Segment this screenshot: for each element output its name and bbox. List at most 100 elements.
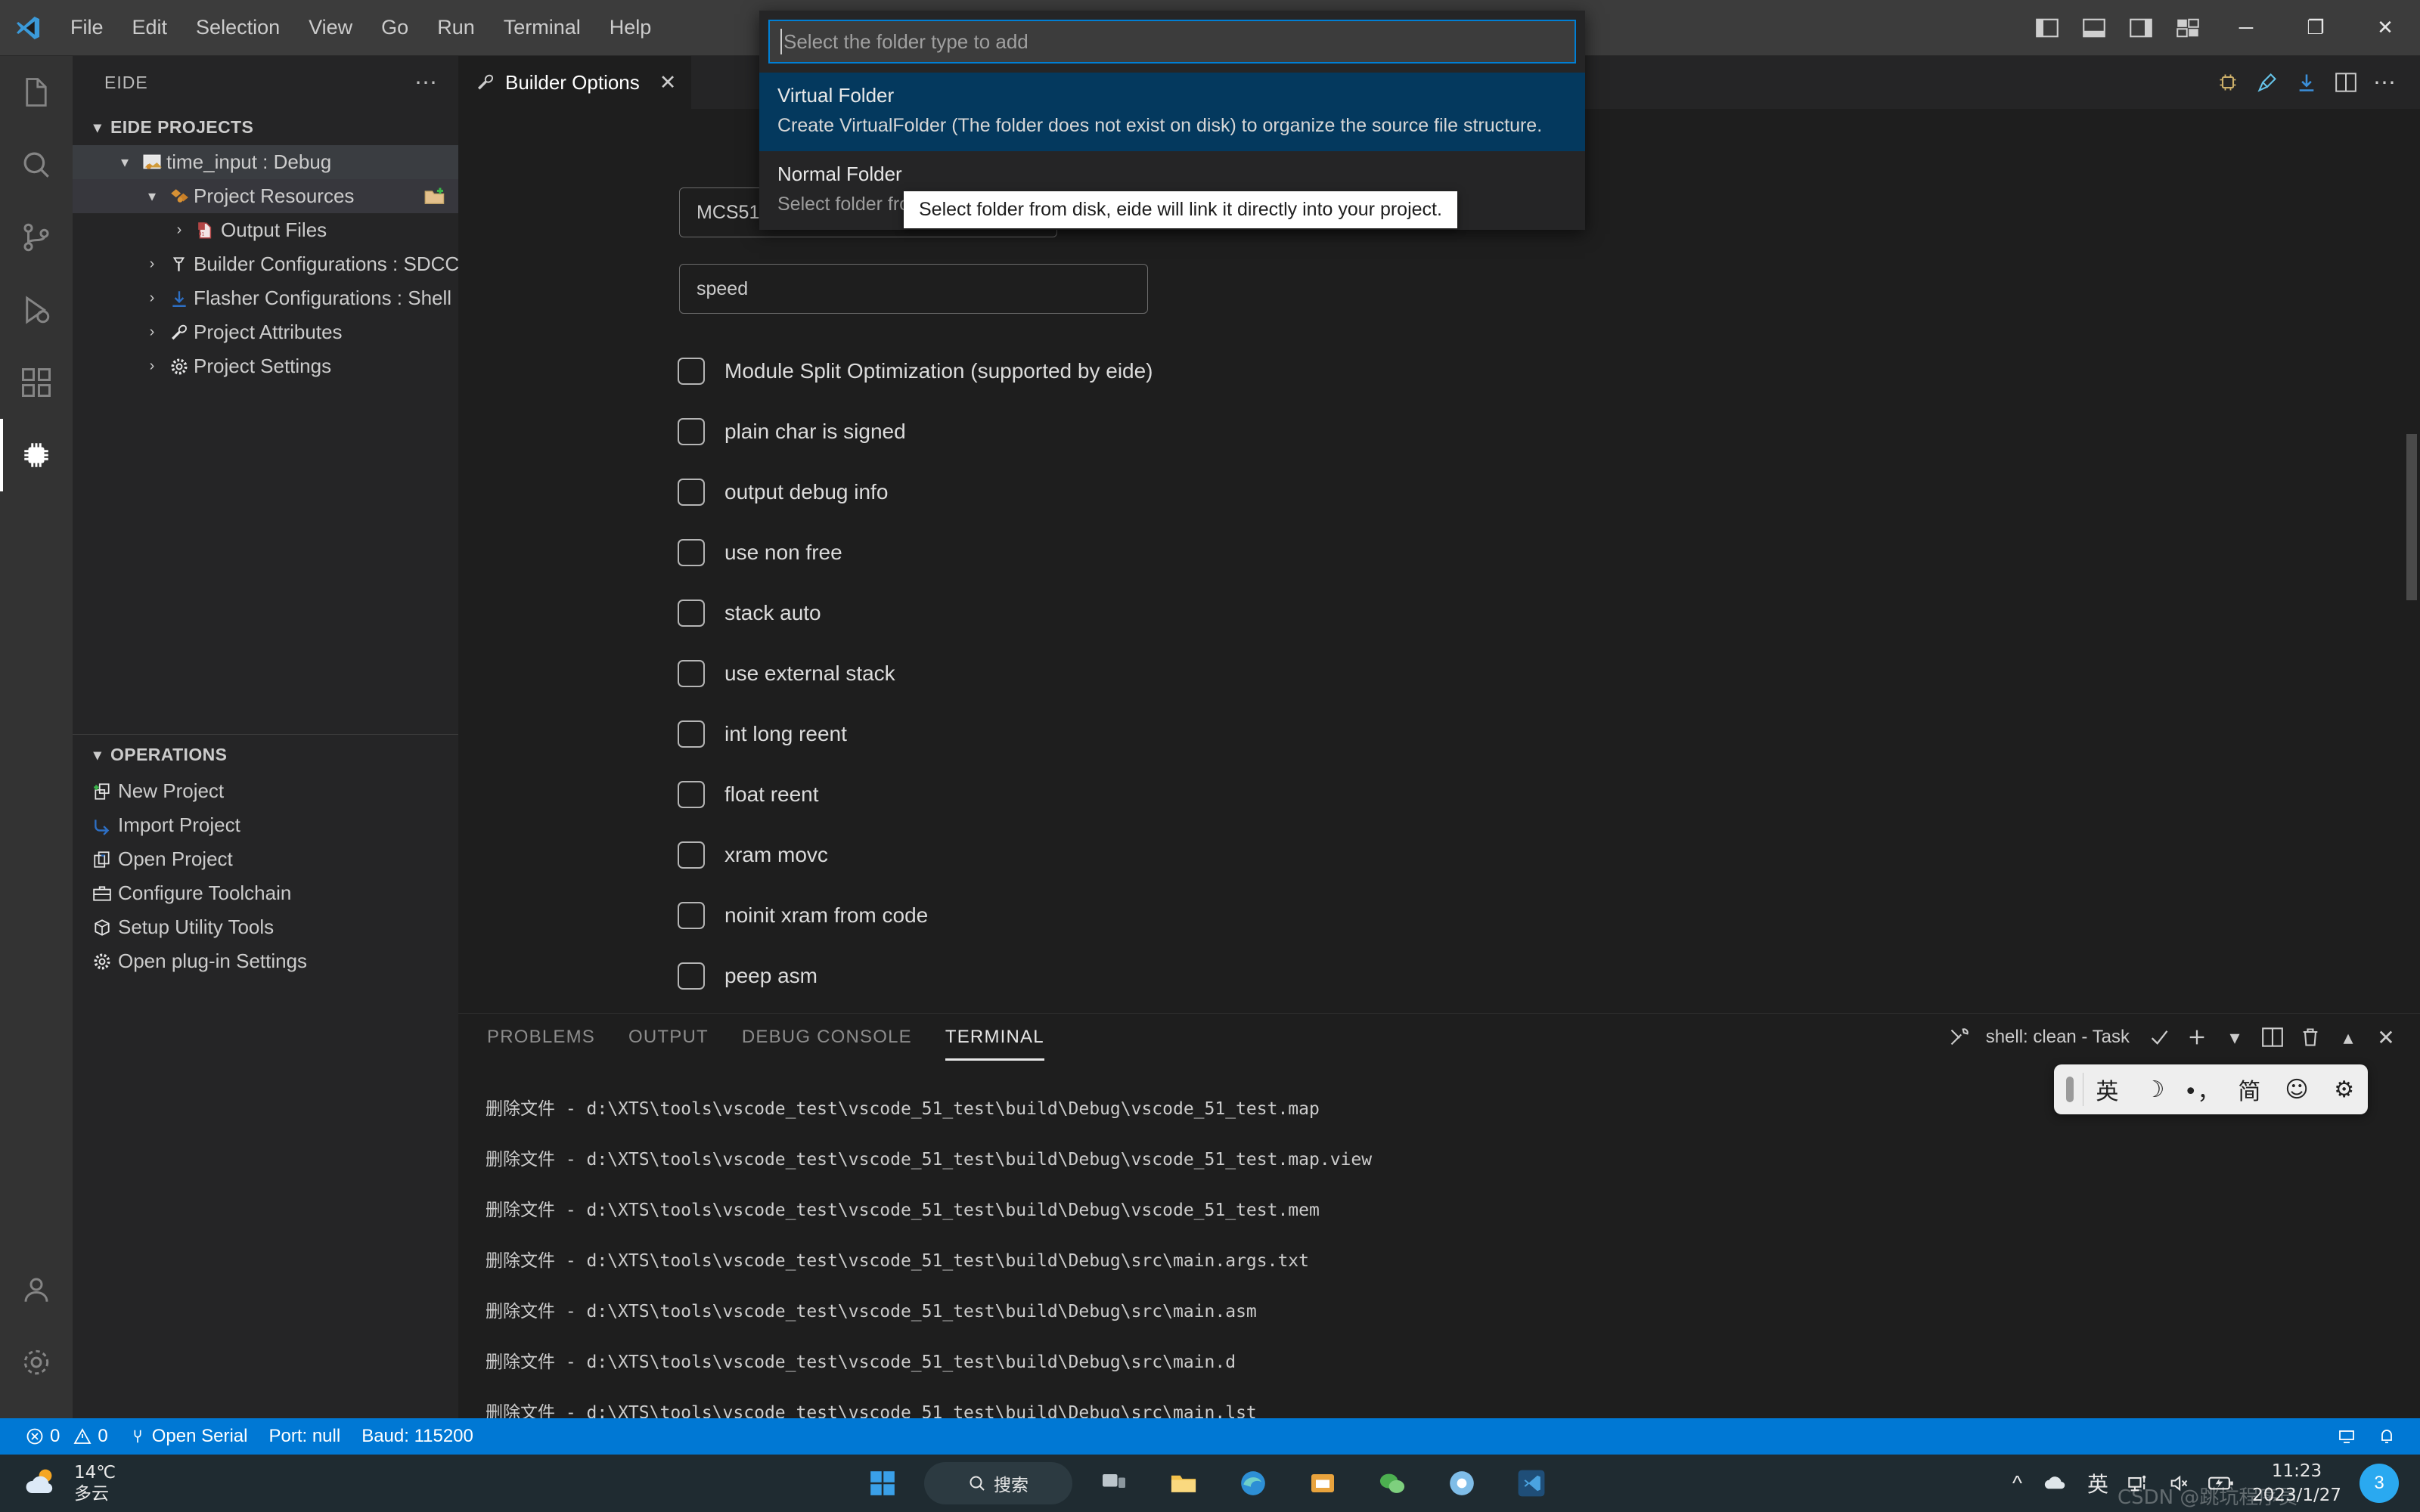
- checkbox-row[interactable]: use external stack: [678, 655, 1153, 692]
- ime-drag-handle[interactable]: [2066, 1077, 2074, 1102]
- sidebar-more-actions-icon[interactable]: ⋯: [414, 70, 439, 96]
- taskbar-search-box[interactable]: 搜索: [924, 1462, 1072, 1504]
- customize-layout-icon[interactable]: [2164, 0, 2211, 56]
- status-baud[interactable]: Baud: 115200: [351, 1418, 484, 1455]
- more-icon[interactable]: ⋯: [2366, 56, 2405, 109]
- tab-terminal[interactable]: TERMINAL: [929, 1014, 1061, 1061]
- checkbox-xram-movc[interactable]: [678, 841, 705, 869]
- checkbox-row[interactable]: xram movc: [678, 836, 1153, 874]
- operations-section-header[interactable]: ▾ OPERATIONS: [73, 735, 458, 774]
- checkbox-noinit-xram-from-code[interactable]: [678, 902, 705, 929]
- ime-simplified-icon[interactable]: 简: [2226, 1073, 2273, 1106]
- checkbox-use-non-free[interactable]: [678, 539, 705, 566]
- chevron-up-icon[interactable]: ▴: [2331, 1014, 2366, 1061]
- new-terminal-icon[interactable]: [2180, 1014, 2214, 1061]
- checkbox-row[interactable]: noinit xram from code: [678, 897, 1153, 934]
- tree-item-time-input[interactable]: ▾ time_input : Debug: [73, 145, 458, 179]
- taskbar-weather-widget[interactable]: 14℃ 多云: [0, 1462, 116, 1504]
- chevron-up-icon[interactable]: ^: [2012, 1471, 2022, 1495]
- chevron-right-icon[interactable]: ›: [166, 222, 192, 239]
- activity-search-icon[interactable]: [0, 129, 73, 201]
- chevron-down-icon[interactable]: ▾: [139, 187, 165, 206]
- ime-language-icon[interactable]: 英: [2083, 1073, 2131, 1106]
- terminal-name-label[interactable]: shell: clean - Task: [1986, 1027, 2130, 1048]
- checkbox-row[interactable]: float reent: [678, 776, 1153, 813]
- activity-accounts-icon[interactable]: [0, 1253, 73, 1326]
- tree-item-project-settings[interactable]: › Project Settings: [73, 349, 458, 383]
- checkbox-row[interactable]: use non free: [678, 534, 1153, 572]
- notification-badge[interactable]: 3: [2360, 1464, 2399, 1503]
- browser-icon[interactable]: [1434, 1461, 1490, 1506]
- chip-icon[interactable]: [2208, 56, 2248, 109]
- broom-icon[interactable]: [2248, 56, 2287, 109]
- editor-scrollbar[interactable]: [2406, 434, 2417, 600]
- status-problems[interactable]: 0 0: [15, 1418, 119, 1455]
- toggle-panel-icon[interactable]: [2071, 0, 2118, 56]
- task-view-icon[interactable]: [1086, 1461, 1142, 1506]
- ime-punctuation-icon[interactable]: •，: [2178, 1073, 2226, 1106]
- checkbox-peep-asm[interactable]: [678, 962, 705, 990]
- toggle-primary-sidebar-icon[interactable]: [2024, 0, 2071, 56]
- menu-terminal[interactable]: Terminal: [489, 0, 595, 55]
- activity-run-debug-icon[interactable]: [0, 274, 73, 346]
- download-icon[interactable]: [2287, 56, 2326, 109]
- checkbox-output-debug-info[interactable]: [678, 479, 705, 506]
- optimize-field[interactable]: speed: [679, 264, 1148, 314]
- status-open-serial[interactable]: Open Serial: [119, 1418, 259, 1455]
- chevron-right-icon[interactable]: ›: [139, 358, 165, 375]
- wechat-icon[interactable]: [1364, 1461, 1420, 1506]
- checkbox-float-reent[interactable]: [678, 781, 705, 808]
- operation-open-project[interactable]: Open Project: [73, 842, 458, 876]
- chevron-right-icon[interactable]: ›: [139, 290, 165, 307]
- operation-open-plugin-settings[interactable]: Open plug-in Settings: [73, 944, 458, 978]
- quick-pick-input[interactable]: Select the folder type to add: [768, 20, 1576, 64]
- checkbox-row[interactable]: output debug info: [678, 473, 1153, 511]
- checkbox-stack-auto[interactable]: [678, 600, 705, 627]
- checkbox-row[interactable]: stack auto: [678, 594, 1153, 632]
- ime-floating-bar[interactable]: 英 ☽ •， 简 ☺ ⚙: [2054, 1064, 2368, 1114]
- checkbox-row[interactable]: Module Split Optimization (supported by …: [678, 352, 1153, 390]
- chevron-right-icon[interactable]: ›: [139, 256, 165, 273]
- tab-close-icon[interactable]: ✕: [659, 71, 677, 94]
- checkbox-row[interactable]: peep asm: [678, 957, 1153, 995]
- tab-builder-options[interactable]: Builder Options ✕: [458, 56, 693, 109]
- window-close-button[interactable]: ✕: [2350, 0, 2420, 56]
- menu-file[interactable]: File: [56, 0, 118, 55]
- onedrive-icon[interactable]: [2040, 1473, 2069, 1493]
- activity-eide-icon[interactable]: [0, 419, 73, 491]
- chevron-down-icon[interactable]: ▾: [112, 153, 138, 172]
- tab-debug-console[interactable]: DEBUG CONSOLE: [725, 1014, 929, 1061]
- operation-setup-utility-tools[interactable]: Setup Utility Tools: [73, 910, 458, 944]
- window-maximize-button[interactable]: ❐: [2281, 0, 2350, 56]
- menu-edit[interactable]: Edit: [118, 0, 182, 55]
- checkbox-use-external-stack[interactable]: [678, 660, 705, 687]
- window-minimize-button[interactable]: ─: [2211, 0, 2281, 56]
- checkbox-row[interactable]: int long reent: [678, 715, 1153, 753]
- store-icon[interactable]: [1295, 1461, 1351, 1506]
- activity-extensions-icon[interactable]: [0, 346, 73, 419]
- tree-item-output-files[interactable]: › 01 Output Files: [73, 213, 458, 247]
- tree-item-builder-configurations[interactable]: › Builder Configurations : SDCC: [73, 247, 458, 281]
- ime-emoji-icon[interactable]: ☺: [2273, 1077, 2321, 1103]
- quick-pick-item-virtual-folder[interactable]: Virtual Folder Create VirtualFolder (The…: [759, 73, 1585, 151]
- tree-item-project-attributes[interactable]: › Project Attributes: [73, 315, 458, 349]
- ime-en-icon[interactable]: 英: [2087, 1468, 2108, 1498]
- checkbox-row[interactable]: plain char is signed: [678, 413, 1153, 451]
- tab-problems[interactable]: PROBLEMS: [470, 1014, 612, 1061]
- tree-item-project-resources[interactable]: ▾ Project Resources: [73, 179, 458, 213]
- toggle-secondary-sidebar-icon[interactable]: [2118, 0, 2164, 56]
- menu-help[interactable]: Help: [595, 0, 666, 55]
- chevron-down-icon[interactable]: ▾: [2217, 1014, 2252, 1061]
- vscode-taskbar-icon[interactable]: [1503, 1461, 1559, 1506]
- tab-output[interactable]: OUTPUT: [612, 1014, 725, 1061]
- start-button-icon[interactable]: [855, 1461, 911, 1506]
- checkbox-plain-char-is-signed[interactable]: [678, 418, 705, 445]
- ime-settings-gear-icon[interactable]: ⚙: [2320, 1077, 2368, 1103]
- activity-source-control-icon[interactable]: [0, 201, 73, 274]
- status-port[interactable]: Port: null: [258, 1418, 351, 1455]
- menu-view[interactable]: View: [294, 0, 367, 55]
- edge-icon[interactable]: [1225, 1461, 1281, 1506]
- add-folder-icon[interactable]: [424, 187, 446, 206]
- ime-moon-icon[interactable]: ☽: [2131, 1077, 2179, 1103]
- activity-manage-gear-icon[interactable]: [0, 1326, 73, 1399]
